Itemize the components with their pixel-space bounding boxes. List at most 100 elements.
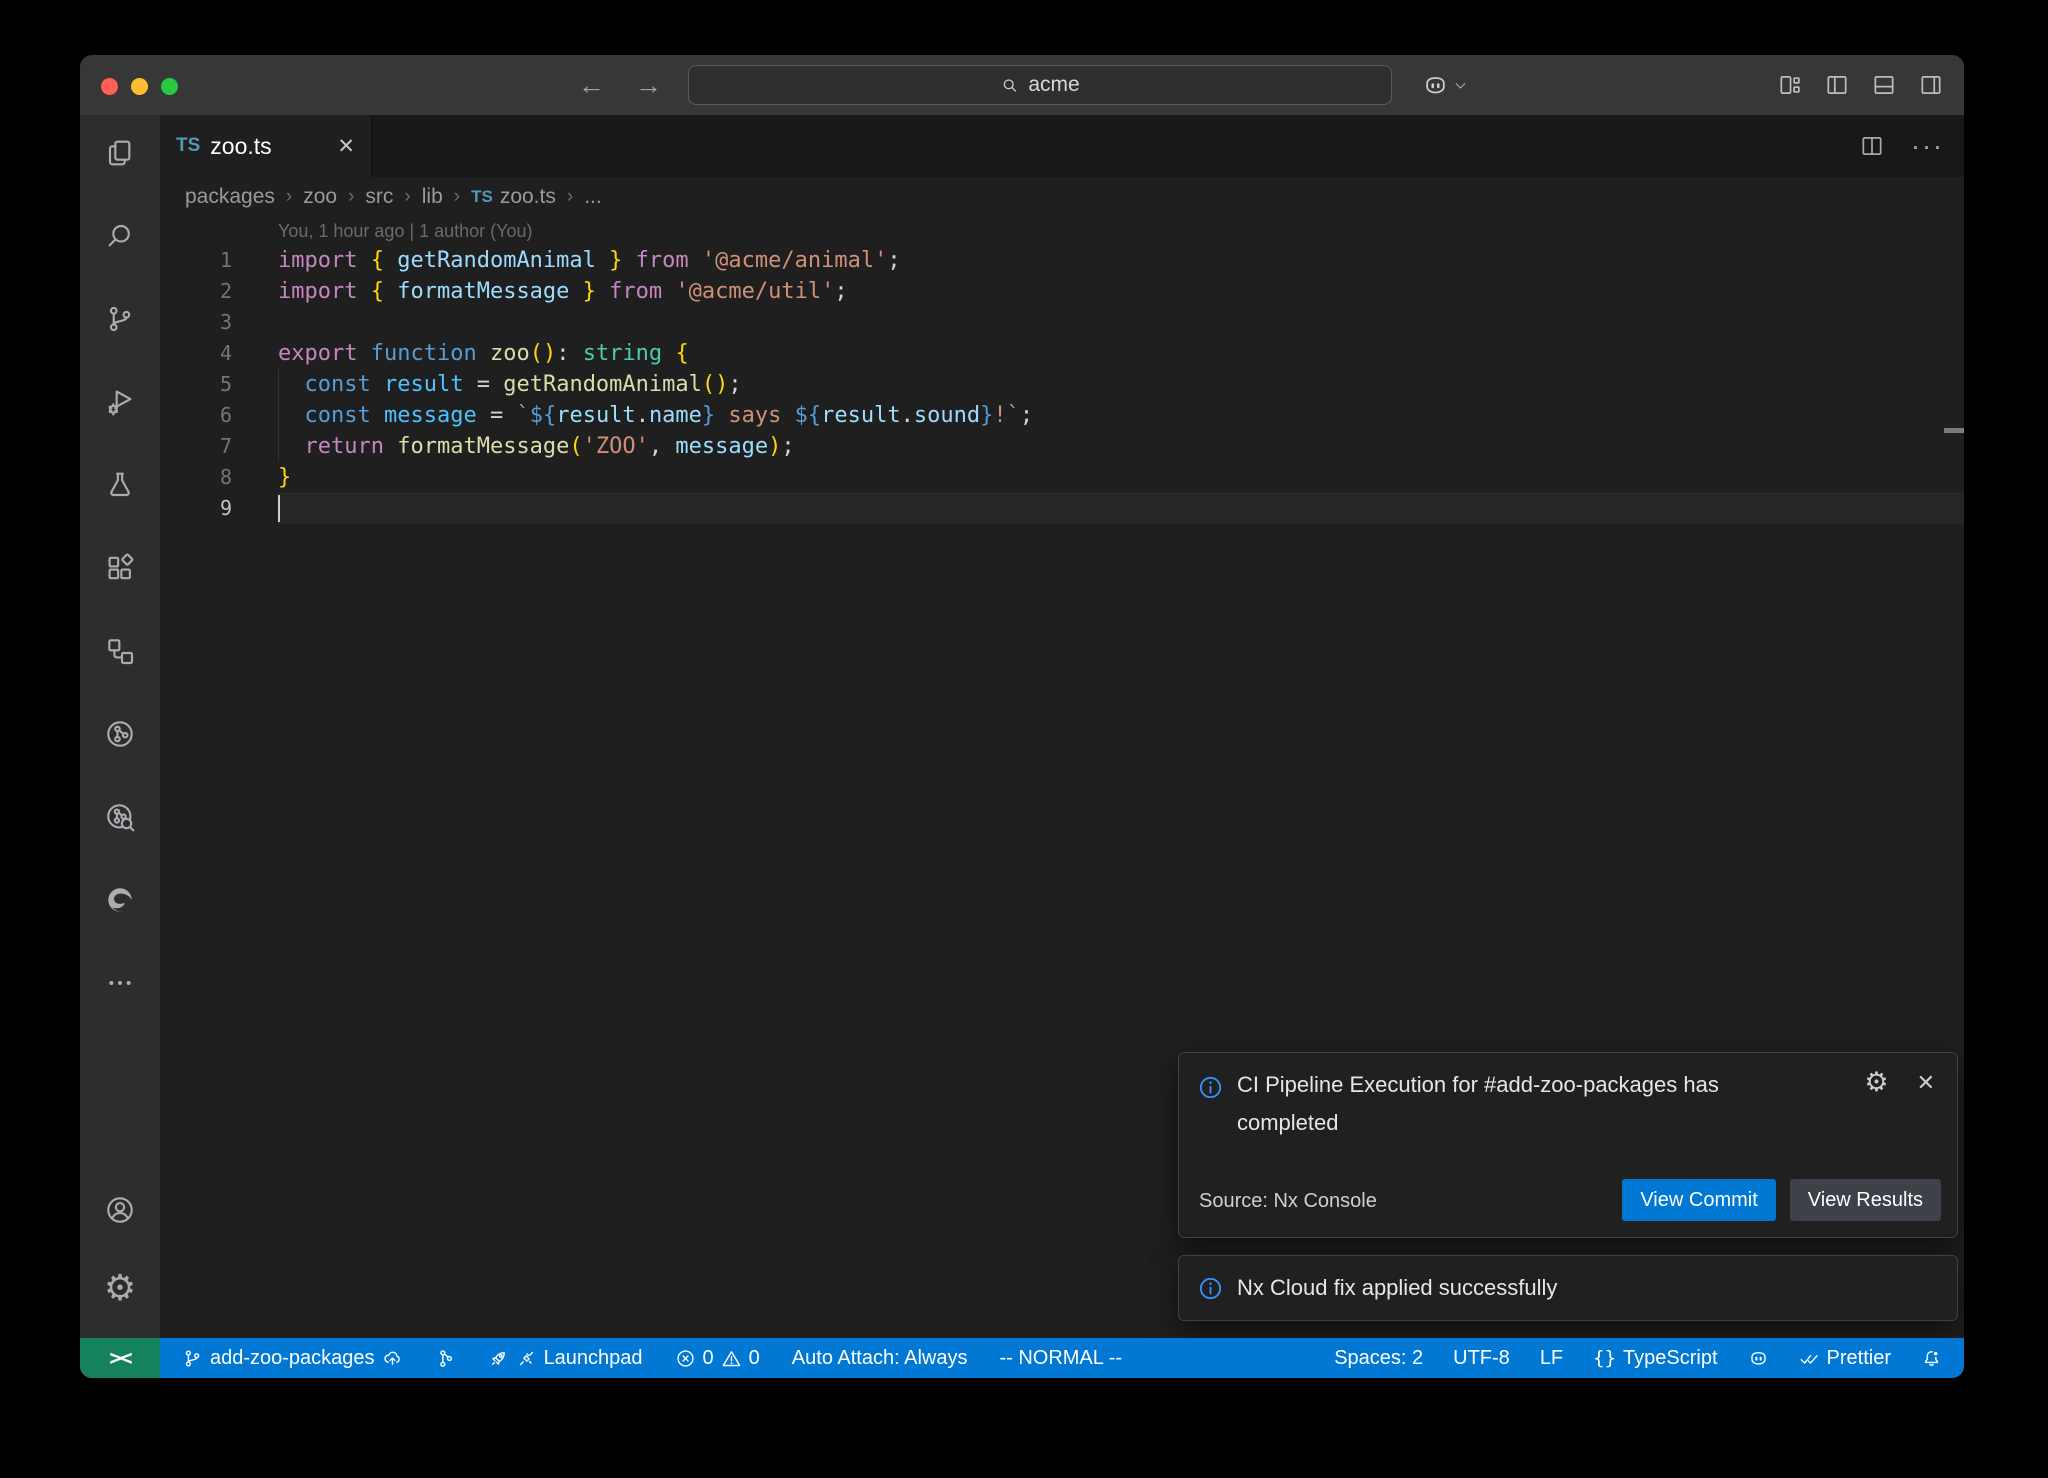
code-line[interactable]: 5 const result = getRandomAnimal();: [160, 369, 1964, 400]
breadcrumb-label: lib: [422, 185, 443, 209]
remote-indicator[interactable]: ><: [80, 1338, 160, 1378]
activity-item-additional-views[interactable]: [96, 959, 144, 1007]
code-line[interactable]: 1import { getRandomAnimal } from '@acme/…: [160, 245, 1964, 276]
status-item-eol[interactable]: LF: [1540, 1347, 1563, 1370]
status-text: Spaces: 2: [1334, 1347, 1423, 1370]
code-line-content[interactable]: [278, 493, 1964, 524]
search-value: acme: [1028, 73, 1079, 97]
status-item-auto-attach[interactable]: Auto Attach: Always: [792, 1347, 968, 1370]
code-line-content[interactable]: import { formatMessage } from '@acme/uti…: [278, 276, 1964, 307]
breadcrumb-item[interactable]: packages: [185, 185, 275, 209]
bell-dot-icon: [1921, 1348, 1942, 1369]
zoom-window-button[interactable]: [161, 78, 178, 95]
activity-item-settings[interactable]: ⚙: [96, 1264, 144, 1312]
status-item-problems[interactable]: 00: [675, 1347, 760, 1370]
code-line-content[interactable]: import { getRandomAnimal } from '@acme/a…: [278, 245, 1964, 276]
status-item-launchpad[interactable]: Launchpad: [488, 1347, 643, 1370]
status-item-formatter[interactable]: Prettier: [1799, 1347, 1891, 1370]
toggle-secondary-sidebar-icon[interactable]: [1918, 72, 1944, 98]
breadcrumb-separator: ›: [348, 186, 354, 208]
code-line[interactable]: 9: [160, 493, 1964, 524]
code-line-content[interactable]: return formatMessage('ZOO', message);: [278, 431, 1964, 462]
warning-icon: [721, 1348, 742, 1369]
forward-arrow-icon[interactable]: →: [635, 70, 662, 101]
breadcrumb-separator: ›: [404, 186, 410, 208]
activity-item-accounts[interactable]: [96, 1186, 144, 1234]
view-commit-button[interactable]: View Commit: [1622, 1179, 1775, 1221]
activity-item-linked-squares-view[interactable]: [96, 627, 144, 675]
activity-item-circle-branch-search-view[interactable]: [96, 793, 144, 841]
remote-icon: ><: [109, 1346, 130, 1370]
breadcrumb-item[interactable]: src: [365, 185, 393, 209]
tab-zoo-ts[interactable]: TS zoo.ts ✕: [160, 115, 372, 177]
status-text: UTF-8: [1453, 1347, 1510, 1370]
line-number: 7: [160, 431, 278, 462]
notification-message: Nx Cloud fix applied successfully: [1237, 1269, 1797, 1307]
breadcrumb-label: zoo.ts: [500, 185, 556, 209]
status-item-git-branch[interactable]: add-zoo-packages: [182, 1347, 403, 1370]
split-editor-icon[interactable]: [1859, 133, 1885, 159]
code-line[interactable]: 4export function zoo(): string {: [160, 338, 1964, 369]
debug-icon: [104, 386, 136, 418]
editor-actions: ···: [1859, 115, 1944, 177]
status-item-copilot[interactable]: [1748, 1348, 1769, 1369]
view-results-button[interactable]: View Results: [1790, 1179, 1941, 1221]
breadcrumb-item[interactable]: lib: [422, 185, 443, 209]
code-line-content[interactable]: const message = `${result.name} says ${r…: [278, 400, 1964, 431]
code-line[interactable]: 8}: [160, 462, 1964, 493]
code-line[interactable]: 6 const message = `${result.name} says $…: [160, 400, 1964, 431]
breadcrumb-item[interactable]: TSzoo.ts: [471, 185, 556, 209]
close-window-button[interactable]: [101, 78, 118, 95]
gear-icon[interactable]: ⚙: [1864, 1069, 1888, 1096]
status-item-encoding[interactable]: UTF-8: [1453, 1347, 1510, 1370]
breadcrumb-item[interactable]: ...: [584, 185, 602, 209]
info-icon: [1197, 1275, 1224, 1302]
code-line-content[interactable]: }: [278, 462, 1964, 493]
status-item-vim-mode[interactable]: -- NORMAL --: [999, 1347, 1122, 1370]
line-number: 8: [160, 462, 278, 493]
toggle-primary-sidebar-icon[interactable]: [1824, 72, 1850, 98]
close-icon[interactable]: ✕: [1917, 1070, 1935, 1096]
minimize-window-button[interactable]: [131, 78, 148, 95]
account-icon: [104, 1194, 136, 1226]
status-item-indentation[interactable]: Spaces: 2: [1334, 1347, 1423, 1370]
toggle-panel-icon[interactable]: [1871, 72, 1897, 98]
error-icon: [675, 1348, 696, 1369]
extensions-icon: [104, 552, 136, 584]
code-editor[interactable]: 1import { getRandomAnimal } from '@acme/…: [160, 245, 1964, 524]
activity-item-search[interactable]: [96, 212, 144, 260]
code-line-content[interactable]: [278, 307, 1964, 338]
activity-item-run-and-debug[interactable]: [96, 378, 144, 426]
code-line[interactable]: 7 return formatMessage('ZOO', message);: [160, 431, 1964, 462]
activity-item-source-control[interactable]: [96, 295, 144, 343]
code-line-content[interactable]: export function zoo(): string {: [278, 338, 1964, 369]
info-icon: [1197, 1074, 1224, 1101]
more-actions-icon[interactable]: ···: [1911, 136, 1944, 156]
notification-message: CI Pipeline Execution for #add-zoo-packa…: [1237, 1066, 1797, 1142]
code-line[interactable]: 3: [160, 307, 1964, 338]
circle-branch-search-icon: [104, 801, 136, 833]
close-tab-icon[interactable]: ✕: [337, 134, 355, 159]
command-center-search[interactable]: acme: [688, 65, 1392, 105]
status-item-notifications-bell[interactable]: [1921, 1348, 1942, 1369]
activity-item-explorer[interactable]: [96, 129, 144, 177]
notification-toast: Nx Cloud fix applied successfully: [1178, 1255, 1958, 1321]
status-item-source-control-graph[interactable]: [435, 1348, 456, 1369]
customize-layout-icon[interactable]: [1777, 72, 1803, 98]
status-text: add-zoo-packages: [210, 1347, 375, 1370]
breadcrumb-item[interactable]: zoo: [303, 185, 337, 209]
code-line[interactable]: 2import { formatMessage } from '@acme/ut…: [160, 276, 1964, 307]
history-navigation: ← →: [578, 55, 662, 115]
breadcrumb-label: packages: [185, 185, 275, 209]
activity-item-testing[interactable]: [96, 461, 144, 509]
activity-item-circle-branch-view[interactable]: [96, 710, 144, 758]
status-item-language[interactable]: {}TypeScript: [1593, 1347, 1717, 1370]
rocket-icon: [488, 1348, 509, 1369]
back-arrow-icon[interactable]: ←: [578, 70, 605, 101]
notification-toast: CI Pipeline Execution for #add-zoo-packa…: [1178, 1052, 1958, 1238]
activity-item-extensions[interactable]: [96, 544, 144, 592]
activity-item-edge-browser[interactable]: [96, 876, 144, 924]
git-blame-annotation: You, 1 hour ago | 1 author (You): [160, 217, 1964, 245]
copilot-menu[interactable]: [1422, 55, 1468, 115]
code-line-content[interactable]: const result = getRandomAnimal();: [278, 369, 1964, 400]
